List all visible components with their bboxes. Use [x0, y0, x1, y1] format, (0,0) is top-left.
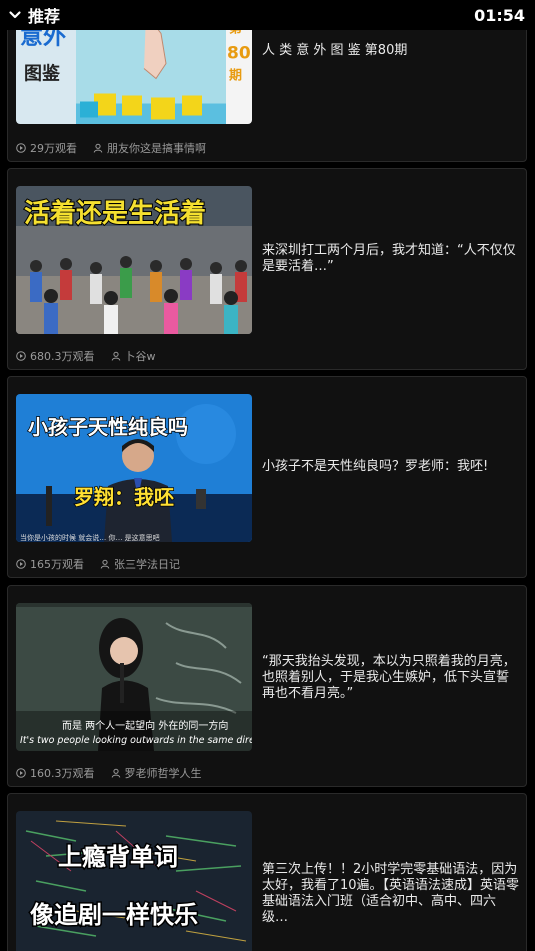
play-count-icon — [16, 143, 26, 153]
chevron-down-icon[interactable] — [8, 8, 22, 22]
video-card[interactable]: 小孩子天性纯良吗 罗翔：我呸 当你是小孩的时候 就会说… 你… 是这意思吧 小孩… — [7, 376, 527, 578]
subtitle-text: 当你是小孩的时候 就会说… 你… 是这意思吧 — [20, 533, 160, 542]
author-icon — [111, 768, 120, 778]
video-meta: 29万观看 朋友你这是搞事情啊 — [16, 140, 206, 156]
video-meta: 165万观看 张三学法日记 — [16, 556, 180, 572]
page-title[interactable]: 推荐 — [28, 3, 60, 27]
video-card[interactable]: 上瘾背单词 像追剧一样快乐 第三次上传！！2小时学完零基础语法，因为太好，我看了… — [7, 793, 527, 951]
status-time: 01:54 — [474, 5, 525, 25]
view-count: 160.3万观看 — [30, 767, 95, 780]
video-title[interactable]: 第三次上传！！2小时学完零基础语法，因为太好，我看了10遍。【英语语法速成】英语… — [262, 862, 520, 926]
view-count: 165万观看 — [30, 558, 84, 571]
play-count-icon — [16, 768, 26, 778]
thumb-text: 小孩子天性纯良吗 — [28, 415, 188, 439]
view-count: 680.3万观看 — [30, 350, 95, 363]
video-meta: 160.3万观看 罗老师哲学人生 — [16, 765, 202, 781]
video-card[interactable]: 而是 两个人一起望向 外在的同一方向 It's two people looki… — [7, 585, 527, 787]
video-meta: 680.3万观看 卜谷w — [16, 348, 156, 364]
author-name[interactable]: 卜谷w — [125, 348, 156, 364]
video-title[interactable]: 来深圳打工两个月后，我才知道：“人不仅仅是要活着…” — [262, 243, 520, 275]
author-name[interactable]: 张三学法日记 — [114, 556, 180, 572]
thumb-text: 活着还是生活着 — [24, 198, 206, 229]
play-count-icon — [16, 351, 26, 361]
thumbnail-image-3: 小孩子天性纯良吗 罗翔：我呸 当你是小孩的时候 就会说… 你… 是这意思吧 — [16, 394, 252, 542]
author-name[interactable]: 罗老师哲学人生 — [125, 765, 202, 781]
subtitle-text: It's two people looking outwards in the … — [20, 735, 252, 746]
thumbnail-image-2: 活着还是生活着 — [16, 186, 252, 334]
play-count-icon — [16, 559, 26, 569]
thumb-text: 像追剧一样快乐 — [30, 901, 198, 929]
author-icon — [111, 351, 120, 361]
thumbnail-image-5: 上瘾背单词 像追剧一样快乐 — [16, 811, 252, 951]
thumb-text: 图鉴 — [24, 63, 61, 85]
video-card[interactable]: 活着还是生活着 来深圳打工两个月后，我才知道：“人不仅仅是要活着…” 680.3… — [7, 168, 527, 370]
author-icon — [93, 143, 103, 153]
video-title[interactable]: 人 类 意 外 图 鉴 第80期 — [262, 43, 520, 59]
author-icon — [100, 559, 110, 569]
video-title[interactable]: “那天我抬头发现，本以为只照着我的月亮，也照着别人，于是我心生嫉妒，低下头宣誓再… — [262, 654, 520, 702]
thumb-text: 80 — [227, 44, 251, 64]
video-title[interactable]: 小孩子不是天性纯良吗？罗老师：我呸! — [262, 459, 520, 475]
subtitle-text: 而是 两个人一起望向 外在的同一方向 — [62, 719, 228, 732]
thumb-text: 上瘾背单词 — [58, 843, 178, 871]
video-thumbnail[interactable]: 小孩子天性纯良吗 罗翔：我呸 当你是小孩的时候 就会说… 你… 是这意思吧 — [16, 394, 252, 542]
video-thumbnail[interactable]: 上瘾背单词 像追剧一样快乐 — [16, 811, 252, 951]
top-bar: 推荐 01:54 — [0, 0, 535, 30]
thumb-text: 期 — [229, 69, 242, 84]
video-thumbnail[interactable]: 活着还是生活着 — [16, 186, 252, 334]
author-name[interactable]: 朋友你这是搞事情啊 — [107, 140, 206, 156]
video-feed: 意外 图鉴 第 80 期 人 类 意 外 图 鉴 第80期 29万观看 朋友你这… — [0, 0, 535, 951]
thumb-text: 罗翔：我呸 — [74, 485, 174, 509]
view-count: 29万观看 — [30, 142, 77, 155]
video-thumbnail[interactable]: 而是 两个人一起望向 外在的同一方向 It's two people looki… — [16, 603, 252, 751]
thumbnail-image-4: 而是 两个人一起望向 外在的同一方向 It's two people looki… — [16, 603, 252, 751]
